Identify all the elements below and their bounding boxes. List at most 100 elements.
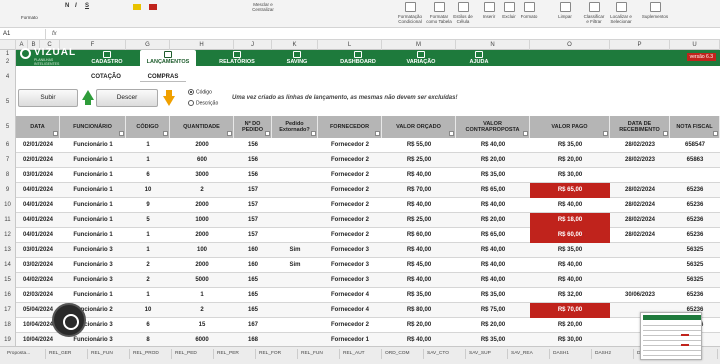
cell-data[interactable]: 03/01/2024: [16, 243, 60, 258]
filter-dropdown-icon[interactable]: [663, 131, 668, 136]
cell-quantidade[interactable]: 2: [170, 183, 234, 198]
cell-codigo[interactable]: 2: [126, 258, 170, 273]
cell-valor-orcado[interactable]: R$ 40,00: [382, 243, 456, 258]
cell-fornecedor[interactable]: Fornecedor 2: [318, 138, 382, 153]
column-header[interactable]: U: [670, 40, 720, 50]
filter-dropdown-icon[interactable]: [523, 131, 528, 136]
cell-valor-pago[interactable]: R$ 40,00: [530, 258, 610, 273]
merge-center-button[interactable]: Mesclar e Centralizar: [246, 2, 280, 12]
bold-button[interactable]: N: [65, 3, 69, 9]
cell-pedido-extornado[interactable]: [272, 198, 318, 213]
filter-dropdown-icon[interactable]: [227, 131, 232, 136]
column-header[interactable]: P: [610, 40, 670, 50]
sheet-tab[interactable]: REL_AUT: [340, 349, 382, 359]
cell-quantidade[interactable]: 2000: [170, 198, 234, 213]
cell-valor-pago[interactable]: R$ 20,00: [530, 318, 610, 333]
descer-button[interactable]: Descer: [96, 89, 158, 107]
nav-tab-saving[interactable]: SAVING: [274, 50, 320, 66]
name-box[interactable]: A1: [0, 29, 46, 39]
conditional-format-button[interactable]: Formatação Condicional: [396, 2, 424, 24]
cell-data-recebimento[interactable]: 28/02/2023: [610, 138, 670, 153]
row-header[interactable]: 9: [0, 183, 16, 198]
cell-data-recebimento[interactable]: 28/02/2024: [610, 213, 670, 228]
cell-nota-fiscal[interactable]: 56325: [670, 243, 720, 258]
table-row[interactable]: 03/01/2024 Funcionário 1 6 3000 156 Fornecedo…: [16, 168, 720, 183]
table-row[interactable]: 03/02/2024 Funcionário 3 2 2000 160 Sim Fornec…: [16, 258, 720, 273]
filter-dropdown-icon[interactable]: [603, 131, 608, 136]
row-header[interactable]: 7: [0, 153, 16, 168]
cell-nota-fiscal[interactable]: 56325: [670, 258, 720, 273]
cell-pedido-extornado[interactable]: Sim: [272, 258, 318, 273]
column-header[interactable]: H: [170, 40, 234, 50]
cell-valor-contraproposta[interactable]: R$ 20,00: [456, 213, 530, 228]
cell-valor-contraproposta[interactable]: R$ 75,00: [456, 303, 530, 318]
row-header[interactable]: 13: [0, 243, 16, 258]
table-row[interactable]: 05/04/2024 Funcionário 2 10 2 165 Fornecedor …: [16, 303, 720, 318]
cell-data[interactable]: 02/01/2024: [16, 138, 60, 153]
cell-quantidade[interactable]: 3000: [170, 168, 234, 183]
cell-nota-fiscal[interactable]: 65236: [670, 213, 720, 228]
cell-codigo[interactable]: 1: [126, 153, 170, 168]
cell-numero-pedido[interactable]: 156: [234, 153, 272, 168]
cell-data[interactable]: 04/01/2024: [16, 228, 60, 243]
cell-numero-pedido[interactable]: 156: [234, 138, 272, 153]
sort-filter-button[interactable]: Classificar e Filtrar: [582, 2, 606, 24]
cell-data-recebimento[interactable]: 28/02/2024: [610, 198, 670, 213]
cell-data-recebimento[interactable]: [610, 168, 670, 183]
sheet-tab[interactable]: REL_PROD: [130, 349, 172, 359]
table-row[interactable]: 04/01/2024 Funcionário 1 5 1000 157 Fornecedo…: [16, 213, 720, 228]
sheet-tab[interactable]: DASH1: [550, 349, 592, 359]
cell-valor-contraproposta[interactable]: R$ 20,00: [456, 318, 530, 333]
cell-valor-pago[interactable]: R$ 40,00: [530, 198, 610, 213]
cell-numero-pedido[interactable]: 165: [234, 303, 272, 318]
cell-numero-pedido[interactable]: 157: [234, 228, 272, 243]
row-header[interactable]: 2: [0, 58, 16, 66]
nav-tab-relatorios[interactable]: RELATÓRIOS: [212, 50, 262, 66]
cell-codigo[interactable]: 1: [126, 243, 170, 258]
cell-funcionario[interactable]: Funcionário 1: [60, 228, 126, 243]
cell-pedido-extornado[interactable]: [272, 168, 318, 183]
cell-valor-orcado[interactable]: R$ 40,00: [382, 168, 456, 183]
cell-numero-pedido[interactable]: 157: [234, 198, 272, 213]
format-painter-label[interactable]: Formato: [21, 15, 38, 20]
cell-nota-fiscal[interactable]: 65236: [670, 198, 720, 213]
radio-codigo[interactable]: Código: [188, 89, 212, 95]
cell-valor-contraproposta[interactable]: R$ 40,00: [456, 198, 530, 213]
cell-codigo[interactable]: 1: [126, 228, 170, 243]
cell-valor-orcado[interactable]: R$ 35,00: [382, 288, 456, 303]
table-row[interactable]: 03/01/2024 Funcionário 3 1 100 160 Sim Fornece…: [16, 243, 720, 258]
sheet-tab[interactable]: REL_PED: [172, 349, 214, 359]
cell-valor-pago[interactable]: R$ 65,00: [530, 183, 610, 198]
cell-valor-orcado[interactable]: R$ 60,00: [382, 228, 456, 243]
format-button[interactable]: Formato: [520, 2, 538, 19]
sheet-tab[interactable]: ORD_COM: [382, 349, 424, 359]
cell-pedido-extornado[interactable]: [272, 318, 318, 333]
cell-quantidade[interactable]: 1: [170, 288, 234, 303]
cell-pedido-extornado[interactable]: [272, 183, 318, 198]
fx-icon[interactable]: fx: [52, 29, 57, 39]
cell-pedido-extornado[interactable]: [272, 213, 318, 228]
cell-valor-orcado[interactable]: R$ 25,00: [382, 153, 456, 168]
table-format-button[interactable]: Formatar como Tabela: [426, 2, 452, 24]
cell-funcionario[interactable]: Funcionário 1: [60, 213, 126, 228]
row-header[interactable]: 5: [0, 116, 16, 138]
cell-codigo[interactable]: 1: [126, 138, 170, 153]
table-row[interactable]: 04/02/2024 Funcionário 3 2 5000 165 Fornecedo…: [16, 273, 720, 288]
cell-codigo[interactable]: 9: [126, 198, 170, 213]
column-header[interactable]: L: [318, 40, 382, 50]
cell-fornecedor[interactable]: Fornecedor 3: [318, 273, 382, 288]
cell-quantidade[interactable]: 5000: [170, 273, 234, 288]
nav-tab-cadastro[interactable]: CADASTRO: [78, 50, 136, 66]
cell-quantidade[interactable]: 15: [170, 318, 234, 333]
radio-descricao[interactable]: Descrição: [188, 100, 218, 106]
cell-nota-fiscal[interactable]: 56325: [670, 273, 720, 288]
cell-valor-pago[interactable]: R$ 60,00: [530, 228, 610, 243]
lens-icon[interactable]: [52, 303, 86, 337]
cell-numero-pedido[interactable]: 157: [234, 213, 272, 228]
addins-button[interactable]: Suplementos: [640, 2, 670, 19]
cell-fornecedor[interactable]: Fornecedor 2: [318, 228, 382, 243]
clear-button[interactable]: Limpar: [556, 2, 574, 19]
cell-valor-orcado[interactable]: R$ 45,00: [382, 258, 456, 273]
column-header[interactable]: J: [234, 40, 272, 50]
filter-dropdown-icon[interactable]: [53, 131, 58, 136]
